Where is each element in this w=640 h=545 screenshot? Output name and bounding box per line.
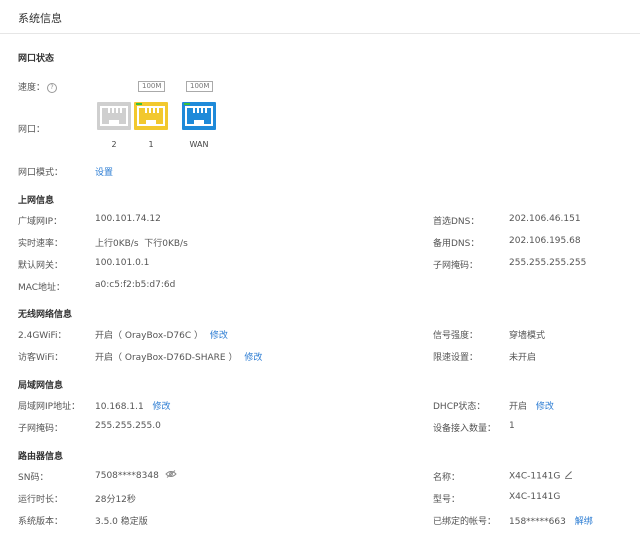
- wifi24-label: 2.4GWiFi：: [18, 331, 67, 341]
- speed-label: 速度：: [18, 83, 46, 93]
- port-name-1: 1: [148, 140, 154, 149]
- model-value: X4C-1141G: [509, 492, 561, 502]
- wifi24-value: 开启（ OrayBox-D76C ）: [95, 331, 203, 341]
- router-name-row: X4C-1141G: [509, 470, 573, 482]
- section-heading-internet: 上网信息: [18, 196, 55, 206]
- dhcp-edit-link[interactable]: 修改: [536, 402, 554, 412]
- header-divider: [0, 33, 640, 34]
- realtime-rate-value: 上行0KB/s 下行0KB/s: [95, 239, 188, 249]
- secondary-dns-value: 202.106.195.68: [509, 236, 581, 246]
- signal-strength-value: 穿墙模式: [509, 331, 546, 341]
- section-heading-port-status: 网口状态: [18, 54, 55, 64]
- port-speed-badge-1: 100M: [138, 81, 166, 92]
- port-mode-label: 网口模式：: [18, 168, 64, 178]
- secondary-dns-label: 备用DNS：: [433, 239, 480, 249]
- port-label: 网口：: [18, 125, 46, 135]
- bound-account-value: 158*****663: [509, 517, 566, 527]
- wifi24-row: 开启（ OrayBox-D76C ） 修改: [95, 328, 228, 341]
- sn-row: 7508****8348: [95, 470, 177, 481]
- lan-ip-edit-link[interactable]: 修改: [153, 402, 171, 412]
- eye-hidden-icon[interactable]: [165, 470, 177, 481]
- speed-label-row: 速度：?: [18, 80, 58, 93]
- port-mode-settings-link[interactable]: 设置: [95, 165, 113, 178]
- firmware-version-label: 系统版本：: [18, 517, 64, 527]
- primary-dns-label: 首选DNS：: [433, 217, 480, 227]
- mac-address-value: a0:c5:f2:b5:d7:6d: [95, 280, 176, 290]
- lan-ip-row: 10.168.1.1 修改: [95, 399, 171, 412]
- bound-account-row: 158*****663 解绑: [509, 514, 593, 527]
- ethernet-port-icon: [182, 102, 216, 130]
- dhcp-status-value: 开启: [509, 402, 528, 412]
- help-circle-icon[interactable]: ?: [47, 82, 58, 93]
- uptime-label: 运行时长：: [18, 495, 64, 505]
- firmware-version-value: 3.5.0 稳定版: [95, 517, 148, 527]
- ethernet-port-icon: [134, 102, 168, 130]
- connected-devices-value: 1: [509, 421, 515, 431]
- port-speed-badge-wan: 100M: [186, 81, 214, 92]
- lan-subnet-mask-label: 子网掩码：: [18, 424, 64, 434]
- default-gateway-value: 100.101.0.1: [95, 258, 150, 268]
- guest-wifi-value: 开启（ OrayBox-D76D-SHARE ）: [95, 353, 238, 363]
- lan-subnet-mask-value: 255.255.255.0: [95, 421, 161, 431]
- page-title: 系统信息: [18, 12, 62, 25]
- uptime-value: 28分12秒: [95, 495, 136, 505]
- rate-limit-value: 未开启: [509, 353, 537, 363]
- port-name-wan: WAN: [189, 140, 209, 149]
- wan-subnet-mask-value: 255.255.255.255: [509, 258, 587, 268]
- wifi24-edit-link[interactable]: 修改: [210, 331, 228, 341]
- section-heading-lan: 局域网信息: [18, 381, 64, 391]
- router-name-value: X4C-1141G: [509, 471, 561, 482]
- bound-account-label: 已绑定的帐号：: [433, 517, 497, 527]
- router-name-label: 名称：: [433, 473, 461, 483]
- guest-wifi-edit-link[interactable]: 修改: [244, 353, 262, 363]
- port-name-2: 2: [111, 140, 117, 149]
- wan-subnet-mask-label: 子网掩码：: [433, 261, 479, 271]
- dhcp-status-label: DHCP状态：: [433, 402, 486, 412]
- guest-wifi-label: 访客WiFi：: [18, 353, 64, 363]
- unbind-link[interactable]: 解绑: [575, 517, 593, 527]
- model-label: 型号：: [433, 495, 461, 505]
- primary-dns-value: 202.106.46.151: [509, 214, 581, 224]
- realtime-rate-label: 实时速率：: [18, 239, 64, 249]
- ethernet-port-icon: [97, 102, 131, 130]
- section-heading-router: 路由器信息: [18, 452, 64, 462]
- pencil-icon[interactable]: [564, 470, 573, 482]
- default-gateway-label: 默认网关：: [18, 261, 64, 271]
- wan-ip-value: 100.101.74.12: [95, 214, 161, 224]
- signal-strength-label: 信号强度：: [433, 331, 479, 341]
- guest-wifi-row: 开启（ OrayBox-D76D-SHARE ） 修改: [95, 350, 262, 363]
- section-heading-wireless: 无线网络信息: [18, 310, 73, 320]
- mac-address-label: MAC地址：: [18, 283, 66, 293]
- sn-value: 7508****8348: [95, 471, 159, 481]
- wan-ip-label: 广域网IP：: [18, 217, 63, 227]
- lan-ip-value: 10.168.1.1: [95, 402, 144, 412]
- rate-limit-label: 限速设置：: [433, 353, 479, 363]
- connected-devices-label: 设备接入数量：: [433, 424, 497, 434]
- sn-label: SN码：: [18, 473, 49, 483]
- lan-ip-label: 局域网IP地址：: [18, 402, 81, 412]
- dhcp-status-row: 开启 修改: [509, 399, 554, 412]
